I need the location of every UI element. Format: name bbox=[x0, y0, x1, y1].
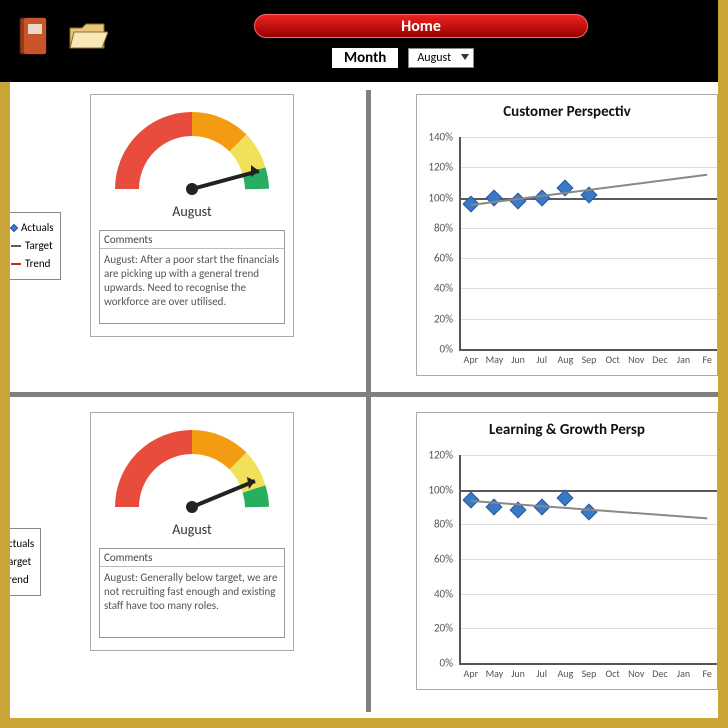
x-tick-label: Apr bbox=[464, 353, 479, 366]
x-tick-label: Jan bbox=[677, 667, 690, 680]
legend-box: Actuals Target Trend bbox=[8, 212, 61, 280]
legend-box-partial: ctuals arget rend bbox=[8, 528, 41, 596]
dashboard-content: Actuals Target Trend August Comments Aug… bbox=[10, 82, 718, 718]
y-tick-label: 120% bbox=[428, 161, 453, 174]
quadrant-customer-gauge: Actuals Target Trend August Comments Aug… bbox=[10, 82, 366, 392]
gauge-chart bbox=[107, 99, 277, 199]
legend-actuals-partial: ctuals bbox=[8, 537, 34, 550]
comments-text[interactable]: August: After a poor start the financial… bbox=[100, 249, 284, 323]
gauge-month-label: August bbox=[91, 203, 293, 220]
x-tick-label: Dec bbox=[652, 353, 667, 366]
month-selector-row: Month August bbox=[332, 48, 474, 68]
y-tick-label: 140% bbox=[428, 131, 453, 144]
x-tick-label: Oct bbox=[606, 667, 620, 680]
y-tick-label: 20% bbox=[434, 622, 453, 635]
learning-chart-area bbox=[459, 455, 717, 663]
vertical-divider bbox=[366, 90, 371, 712]
customer-chart-title: Customer Perspectiv bbox=[417, 95, 717, 125]
legend-trend: Trend bbox=[25, 257, 50, 270]
gauge-chart bbox=[107, 417, 277, 517]
x-tick-label: Oct bbox=[606, 353, 620, 366]
address-book-icon[interactable] bbox=[18, 16, 50, 56]
comments-text[interactable]: August: Generally below target, we are n… bbox=[100, 567, 284, 637]
month-dropdown[interactable]: August bbox=[408, 48, 474, 68]
quadrant-learning-gauge: ctuals arget rend August Comments August… bbox=[10, 398, 366, 718]
x-tick-label: Fe bbox=[702, 353, 711, 366]
x-tick-label: Sep bbox=[582, 353, 597, 366]
y-tick-label: 0% bbox=[440, 343, 453, 356]
y-tick-label: 100% bbox=[428, 483, 453, 496]
x-tick-label: Sep bbox=[582, 667, 597, 680]
y-tick-label: 60% bbox=[434, 252, 453, 265]
y-tick-label: 0% bbox=[440, 657, 453, 670]
x-tick-label: Aug bbox=[557, 667, 573, 680]
y-tick-label: 120% bbox=[428, 449, 453, 462]
learning-chart-title: Learning & Growth Persp bbox=[417, 413, 717, 443]
gauge-panel: August Comments August: Generally below … bbox=[90, 412, 294, 651]
data-point bbox=[581, 504, 598, 521]
y-tick-label: 40% bbox=[434, 587, 453, 600]
x-tick-label: Dec bbox=[652, 667, 667, 680]
x-tick-label: Nov bbox=[628, 353, 644, 366]
gauge-month-label: August bbox=[91, 521, 293, 538]
comments-box: Comments August: After a poor start the … bbox=[99, 230, 285, 324]
legend-target: Target bbox=[25, 239, 53, 252]
gauge-panel: August Comments August: After a poor sta… bbox=[90, 94, 294, 337]
data-point bbox=[557, 490, 574, 507]
x-tick-label: Fe bbox=[702, 667, 711, 680]
y-tick-label: 80% bbox=[434, 518, 453, 531]
target-line bbox=[459, 490, 717, 492]
y-tick-label: 40% bbox=[434, 282, 453, 295]
legend-target-partial: arget bbox=[8, 555, 31, 568]
x-tick-label: Jan bbox=[677, 353, 690, 366]
x-tick-label: Jun bbox=[511, 667, 525, 680]
x-tick-label: May bbox=[486, 353, 504, 366]
open-folder-icon[interactable] bbox=[68, 20, 108, 54]
x-tick-label: May bbox=[486, 667, 504, 680]
x-tick-label: Jul bbox=[536, 667, 547, 680]
comments-label: Comments bbox=[100, 231, 284, 249]
customer-chart-area bbox=[459, 137, 717, 349]
y-tick-label: 20% bbox=[434, 312, 453, 325]
y-tick-label: 60% bbox=[434, 553, 453, 566]
legend-actuals: Actuals bbox=[21, 221, 54, 234]
customer-chart-panel: Customer Perspectiv 0% 20% 40% 60% 80% 100% 12… bbox=[416, 94, 718, 376]
legend-trend-partial: rend bbox=[8, 573, 29, 586]
quadrant-learning-chart: Learning & Growth Persp 0% 20% 40% 60% 80% 10… bbox=[372, 398, 718, 718]
x-tick-label: Nov bbox=[628, 667, 644, 680]
learning-chart-panel: Learning & Growth Persp 0% 20% 40% 60% 80% 10… bbox=[416, 412, 718, 690]
y-tick-label: 80% bbox=[434, 221, 453, 234]
x-tick-label: Jul bbox=[536, 353, 547, 366]
y-tick-label: 100% bbox=[428, 191, 453, 204]
x-tick-label: Jun bbox=[511, 353, 525, 366]
month-label: Month bbox=[332, 48, 398, 68]
top-toolbar: Home Month August bbox=[0, 0, 728, 82]
quadrant-customer-chart: Customer Perspectiv 0% 20% 40% 60% 80% 100% 12… bbox=[372, 82, 718, 392]
comments-box: Comments August: Generally below target,… bbox=[99, 548, 285, 638]
comments-label: Comments bbox=[100, 549, 284, 567]
x-tick-label: Aug bbox=[557, 353, 573, 366]
horizontal-divider bbox=[10, 392, 718, 397]
x-tick-label: Apr bbox=[464, 667, 479, 680]
home-tab[interactable]: Home bbox=[254, 14, 588, 38]
